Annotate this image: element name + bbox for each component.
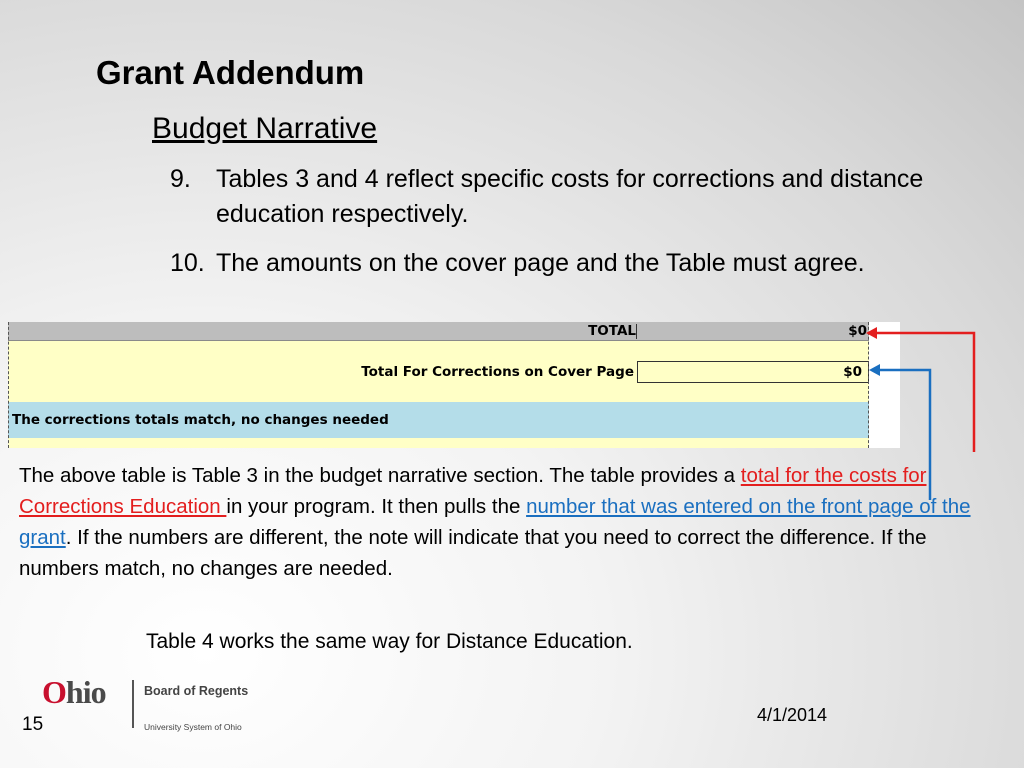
- logo-divider: [132, 680, 134, 728]
- list-item-text: The amounts on the cover page and the Ta…: [216, 249, 865, 277]
- spreadsheet-screenshot: TOTAL $0 Total For Corrections on Cover …: [8, 322, 900, 448]
- logo-system-text: University System of Ohio: [144, 722, 242, 732]
- cover-page-cell: $0: [637, 361, 869, 383]
- table4-note: Table 4 works the same way for Distance …: [146, 630, 633, 653]
- paragraph-text: . If the numbers are different, the note…: [19, 526, 927, 580]
- list-item-number: 10.: [170, 249, 205, 277]
- slide-subtitle: Budget Narrative: [152, 112, 378, 145]
- page-number: 15: [22, 714, 44, 735]
- spacer-row: [8, 438, 869, 448]
- logo-board-text: Board of Regents: [144, 684, 249, 698]
- cover-page-value: $0: [843, 364, 862, 380]
- list-item-text: Tables 3 and 4 reflect specific costs fo…: [216, 165, 924, 228]
- slide-title: Grant Addendum: [96, 54, 365, 91]
- explanation-paragraph: The above table is Table 3 in the budget…: [19, 460, 979, 584]
- paragraph-text: The above table is Table 3 in the budget…: [19, 464, 741, 487]
- list-item: 10. The amounts on the cover page and th…: [170, 246, 1000, 281]
- total-label: TOTAL: [588, 323, 636, 339]
- status-row: The corrections totals match, no changes…: [8, 402, 869, 438]
- list-item: 9. Tables 3 and 4 reflect specific costs…: [170, 162, 970, 232]
- total-value: $0: [848, 323, 867, 339]
- logo-wordmark: Ohio: [42, 674, 107, 710]
- page-break-line: [8, 322, 9, 448]
- cell-divider: [636, 324, 637, 339]
- paragraph-text: in your program. It then pulls the: [226, 495, 527, 518]
- list-item-number: 9.: [170, 165, 191, 193]
- slide-date: 4/1/2014: [757, 705, 828, 725]
- ohio-logo: Ohio Board of Regents University System …: [40, 674, 280, 736]
- total-row: TOTAL $0: [8, 322, 869, 341]
- cover-page-label: Total For Corrections on Cover Page: [361, 364, 634, 380]
- page-break-line: [868, 322, 869, 448]
- status-message: The corrections totals match, no changes…: [12, 412, 389, 428]
- cover-page-row: Total For Corrections on Cover Page $0: [8, 341, 869, 402]
